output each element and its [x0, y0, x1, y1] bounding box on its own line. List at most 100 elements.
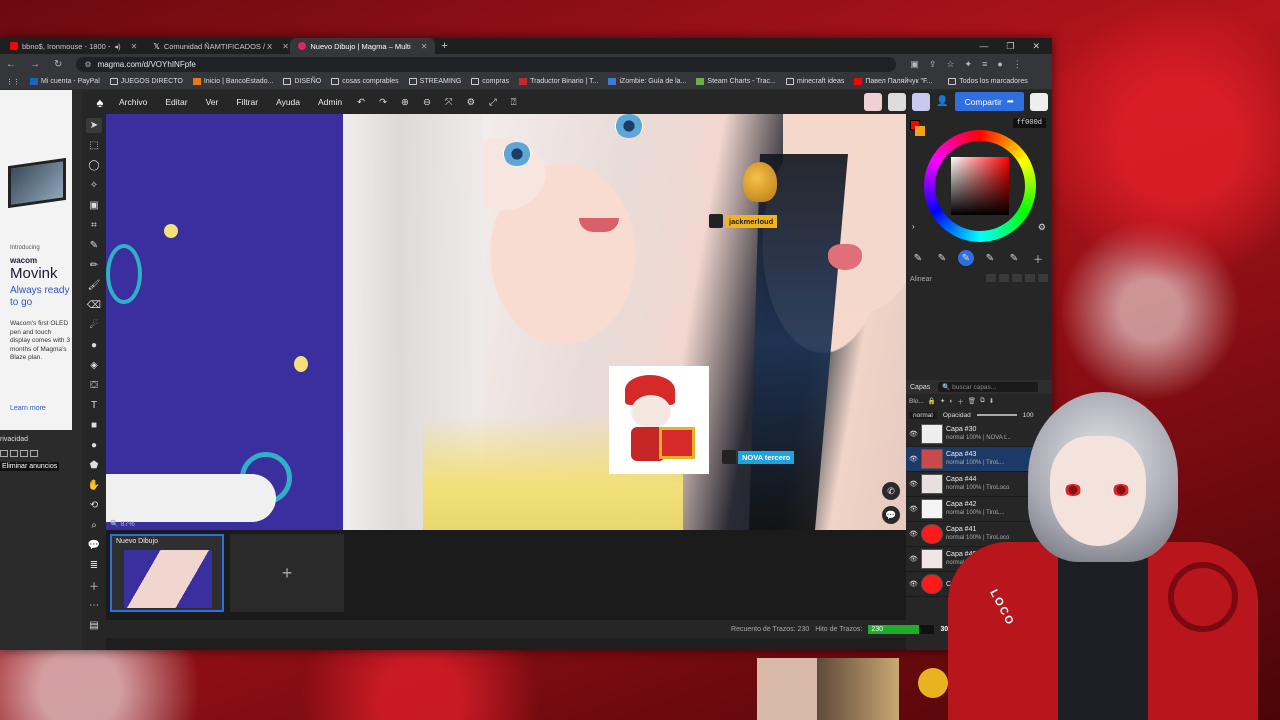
lasso-icon[interactable]: ◯	[86, 158, 102, 173]
align-icon[interactable]	[999, 274, 1009, 282]
visibility-icon[interactable]: 👁	[909, 530, 918, 538]
media-icon[interactable]: ≡	[982, 59, 987, 70]
share-button[interactable]: Compartir ➦	[954, 92, 1024, 111]
bookmark-item[interactable]: cosas comprables	[331, 78, 399, 85]
bookmark-item[interactable]: iZombie: Guía de la...	[608, 78, 686, 85]
privacy-icon[interactable]	[0, 450, 8, 457]
settings-icon[interactable]: ⚙	[467, 97, 476, 108]
align-icon[interactable]	[1012, 274, 1022, 282]
add-icon[interactable]: ＋	[86, 578, 102, 593]
reference-icon[interactable]: ⍰	[511, 97, 517, 108]
shape-icon[interactable]: ⬟	[86, 458, 102, 473]
eraser-icon[interactable]: ⌫	[86, 298, 102, 313]
menu-ver[interactable]: Ver	[197, 97, 228, 107]
text-icon[interactable]: T	[86, 398, 102, 413]
color-wheel[interactable]	[924, 130, 1036, 242]
panel-toggle-icon[interactable]: ▤	[86, 618, 102, 633]
blur-icon[interactable]: ●	[86, 338, 102, 353]
zoom-tool-icon[interactable]: ⌕	[86, 518, 102, 533]
share-icon[interactable]: ⇪	[929, 59, 937, 70]
zoom-level[interactable]: 🔍 87%	[110, 520, 135, 528]
lock-icon[interactable]: 🔒	[928, 397, 936, 405]
menu-admin[interactable]: Admin	[309, 97, 351, 107]
collaborator-avatar[interactable]	[888, 92, 907, 111]
brush-preset-icon[interactable]: ✎	[982, 250, 998, 266]
site-info-icon[interactable]: ⚙	[84, 60, 91, 69]
fullscreen-icon[interactable]: ⤢	[489, 97, 497, 108]
saturation-value-picker[interactable]	[951, 157, 1009, 215]
profile-icon[interactable]: ●	[997, 59, 1002, 70]
hex-color-input[interactable]: ff000d	[1012, 118, 1046, 128]
comment-icon[interactable]: 💬	[86, 538, 102, 553]
expand-icon[interactable]: ›	[912, 222, 915, 231]
visibility-icon[interactable]: 👁	[909, 580, 918, 588]
bookmark-item[interactable]: compras	[471, 78, 509, 85]
background-color-swatch[interactable]	[915, 126, 925, 136]
menu-archivo[interactable]: Archivo	[110, 97, 156, 107]
install-app-icon[interactable]: ▣	[910, 59, 919, 70]
menu-ayuda[interactable]: Ayuda	[267, 97, 309, 107]
collaborator-avatar[interactable]	[912, 92, 931, 111]
apps-icon[interactable]: ⋮⋮	[6, 78, 20, 86]
menu-filtrar[interactable]: Filtrar	[227, 97, 267, 107]
transform-icon[interactable]: ⤧	[445, 97, 453, 108]
redo-icon[interactable]: ↷	[379, 97, 387, 108]
menu-editar[interactable]: Editar	[156, 97, 196, 107]
bookmark-item[interactable]: Inicio | BancoEstado...	[192, 78, 273, 85]
bookmark-star-icon[interactable]: ☆	[946, 59, 954, 70]
privacy-icon[interactable]	[10, 450, 18, 457]
phone-icon[interactable]: ✆	[882, 482, 900, 500]
layers-search-input[interactable]: 🔍 buscar capas...	[938, 382, 1039, 392]
brush-preset-icon[interactable]: ✎	[934, 250, 950, 266]
collaborator-avatar[interactable]	[864, 92, 883, 111]
magic-wand-icon[interactable]: ✧	[86, 178, 102, 193]
all-bookmarks[interactable]: Todos los marcadores	[948, 78, 1028, 85]
palette-settings-icon[interactable]: ⚙	[1038, 222, 1046, 233]
brush-preset-icon[interactable]: ✎	[1006, 250, 1022, 266]
bookmark-item[interactable]: minecraft ideas	[785, 78, 844, 85]
minimize-icon[interactable]: —	[979, 41, 988, 52]
ellipse-icon[interactable]: ●	[86, 438, 102, 453]
close-tab-icon[interactable]: ✕	[421, 42, 428, 51]
zoom-in-icon[interactable]: ⊕	[401, 97, 409, 108]
fill-icon[interactable]: ◈	[86, 358, 102, 373]
privacy-icon[interactable]	[30, 450, 38, 457]
remove-ads-button[interactable]: Eliminar anuncios	[0, 462, 60, 471]
visibility-icon[interactable]: 👁	[909, 505, 918, 513]
blend-mode-select[interactable]: normal	[909, 411, 937, 419]
menu-icon[interactable]: ⋮	[1013, 59, 1022, 70]
bookmark-item[interactable]: JUEGOS DIRECTO	[109, 78, 183, 85]
reload-icon[interactable]: ↻	[54, 59, 62, 70]
wacom-ad[interactable]: Introducing wacom Movink Always ready to…	[0, 90, 72, 430]
forward-icon[interactable]: →	[30, 59, 40, 70]
crop-icon[interactable]: ⌗	[86, 218, 102, 233]
new-tab-button[interactable]: +	[435, 40, 453, 52]
rect-select-icon[interactable]: ⬚	[86, 138, 102, 153]
add-user-icon[interactable]: 👤	[936, 96, 948, 107]
paint-bucket-icon[interactable]: ⛋	[86, 378, 102, 393]
layers-toggle-icon[interactable]: ≣	[86, 558, 102, 573]
rotate-icon[interactable]: ⟲	[86, 498, 102, 513]
ad-learn-more-link[interactable]: Learn more	[10, 405, 46, 412]
drawing-canvas[interactable]: jackmerloud NOVA tercero 🔍 87% ✆ 💬	[106, 114, 906, 530]
transform-tool-icon[interactable]: ▣	[86, 198, 102, 213]
document-card[interactable]: Nuevo Dibujo	[110, 534, 224, 612]
brush-icon[interactable]: 🖌	[86, 278, 102, 293]
eyedropper-icon[interactable]: ✎	[86, 238, 102, 253]
align-icon[interactable]	[1038, 274, 1048, 282]
visibility-icon[interactable]: 👁	[909, 555, 918, 563]
visibility-icon[interactable]: 👁	[909, 430, 918, 438]
undo-icon[interactable]: ↶	[357, 97, 365, 108]
align-icon[interactable]	[986, 274, 996, 282]
bookmark-item[interactable]: Mi cuenta - PayPal	[30, 78, 100, 85]
zoom-out-icon[interactable]: ⊖	[423, 97, 431, 108]
hand-icon[interactable]: ✋	[86, 478, 102, 493]
tab-youtube[interactable]: bbno$, Ironmouse - 1800 - ◂) ✕	[2, 38, 145, 54]
visibility-icon[interactable]: 👁	[909, 455, 918, 463]
magma-logo-icon[interactable]: ♠	[90, 90, 110, 114]
bookmark-item[interactable]: STREAMING	[408, 78, 461, 85]
close-tab-icon[interactable]: ✕	[282, 42, 289, 51]
tab-magma[interactable]: Nuevo Dibujo | Magma – Multi ✕	[290, 38, 436, 54]
smudge-icon[interactable]: ☄	[86, 318, 102, 333]
url-input[interactable]: ⚙ magma.com/d/VOYhINFpfe	[76, 56, 897, 72]
